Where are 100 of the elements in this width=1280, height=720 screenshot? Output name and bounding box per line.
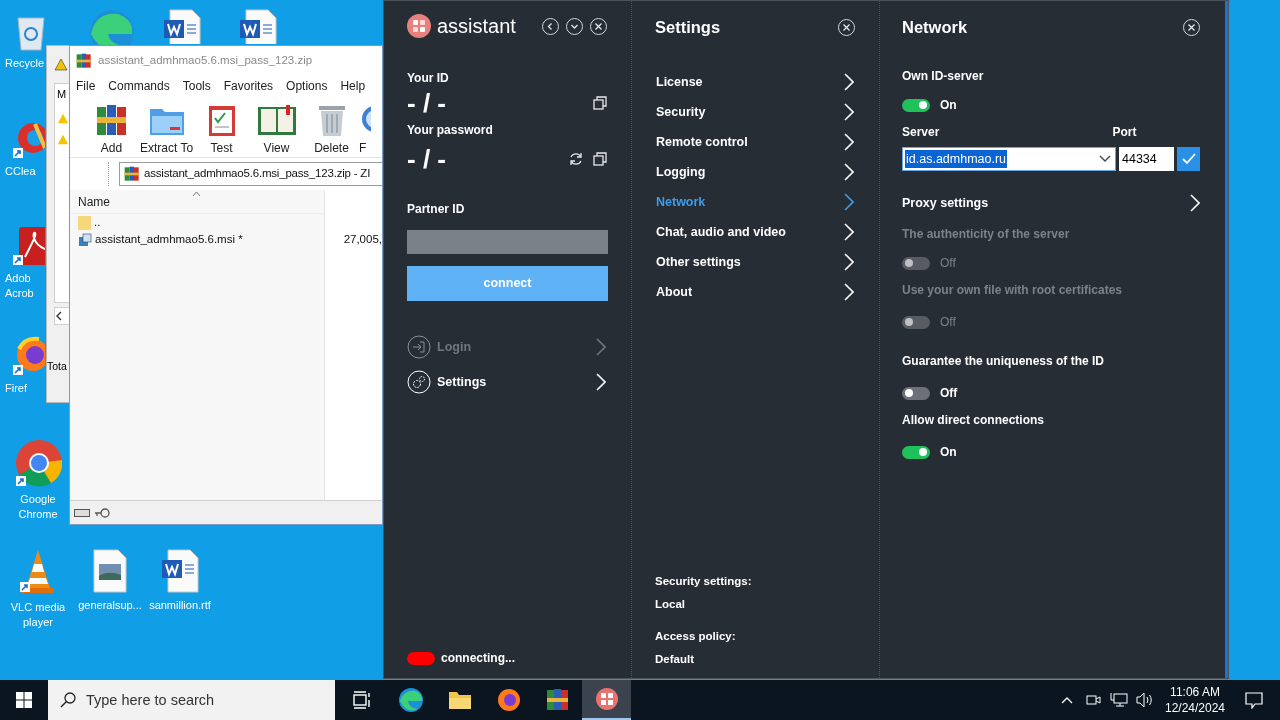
password-value: - / - [407, 142, 446, 176]
image-file-icon[interactable] [90, 548, 130, 594]
toggle-state: Off [940, 385, 958, 402]
proxy-settings-item[interactable]: Proxy settings [902, 193, 1200, 213]
refresh-icon[interactable] [569, 152, 583, 166]
toolbar-button[interactable]: Add [84, 103, 139, 153]
settings-menu-item[interactable]: Chat, audio and video [655, 217, 855, 247]
copy-icon[interactable] [593, 96, 607, 110]
toggle-state: Off [940, 314, 956, 331]
toggle-switch[interactable] [902, 98, 930, 112]
server-dropdown[interactable]: id.as.admhmao.ru [902, 147, 1116, 171]
network-icon[interactable] [1110, 692, 1128, 708]
nav-item[interactable]: Settings [437, 372, 487, 392]
menu-item[interactable]: Tools [182, 77, 211, 95]
scroll-left-icon[interactable] [55, 311, 63, 321]
info-value: Default [655, 651, 695, 667]
app-title: assistant [437, 14, 516, 39]
document-icon[interactable] [162, 8, 202, 44]
field-label: Port [1112, 124, 1137, 141]
document-icon[interactable] [238, 8, 278, 44]
task-view-icon [351, 690, 372, 710]
id-value: - / - [407, 86, 446, 120]
info-label: Access policy: [655, 628, 737, 644]
copy-icon[interactable] [593, 152, 607, 166]
file-row[interactable]: .. [70, 214, 324, 231]
panel-title: Settings [655, 16, 721, 38]
warning-icon [57, 112, 69, 124]
pdf-icon[interactable] [11, 225, 45, 267]
toggle-state: On [940, 97, 957, 114]
chevron-up-icon[interactable] [1061, 696, 1073, 704]
books-icon [76, 53, 92, 69]
search-icon [60, 692, 76, 708]
panel-title: Network [902, 16, 968, 38]
sort-caret-icon [192, 191, 201, 197]
document-icon[interactable] [160, 548, 200, 594]
chevron-right-icon [844, 253, 854, 271]
file-row[interactable]: assistant_admhmao5.6.msi * [70, 231, 324, 248]
taskbar-app[interactable] [582, 680, 631, 720]
port-field[interactable]: 44334 [1119, 147, 1174, 171]
menu-item[interactable]: Options [286, 77, 328, 95]
setting-label: Use your own file with root certificates [902, 282, 1124, 299]
field-label: Your ID [407, 70, 450, 87]
settings-menu-item[interactable]: License [655, 67, 855, 97]
menu-item[interactable]: File [76, 77, 96, 95]
apply-button[interactable] [1177, 147, 1200, 171]
books-icon [545, 688, 570, 712]
field-label: Partner ID [407, 201, 466, 218]
settings-menu-item[interactable]: Logging [655, 157, 855, 187]
menu-item[interactable]: Favorites [223, 77, 274, 95]
folder-icon [447, 689, 472, 711]
settings-menu-item[interactable]: Security [655, 97, 855, 127]
app-logo-icon [407, 14, 431, 38]
info-value: Local [655, 597, 687, 613]
key-icon [94, 507, 110, 518]
volume-icon[interactable] [1136, 692, 1154, 708]
installer-icon [78, 232, 92, 247]
setting-label: Own ID-server [902, 68, 985, 85]
window-title: assistant_admhmao5.6.msi_pass_123.zip [98, 53, 313, 69]
file-name: .. [94, 214, 101, 230]
toggle-switch[interactable] [902, 386, 930, 400]
toggle-state: Off [940, 255, 956, 272]
toolbar-button[interactable]: View [249, 103, 304, 153]
toolbar-button[interactable]: Delete [304, 103, 359, 153]
notifications-icon[interactable] [1245, 691, 1263, 709]
book-icon [255, 103, 298, 137]
search-field[interactable]: Type here to search [48, 680, 335, 720]
address-field[interactable]: assistant_admhmao5.6.msi_pass_123.zip - ZI [119, 162, 382, 186]
field-label: Server [902, 124, 940, 141]
chevron-right-icon [596, 373, 606, 391]
chevron-right-icon [844, 133, 854, 151]
settings-menu-item[interactable]: Network [655, 187, 855, 217]
menu-item[interactable]: Help [340, 77, 366, 95]
chevron-right-icon [844, 223, 854, 241]
column-header[interactable]: Name [78, 192, 110, 211]
chevron-right-icon [844, 73, 854, 91]
menu-item[interactable]: Commands [108, 77, 170, 95]
window-text: Tota [47, 359, 68, 374]
server-value: id.as.admhmao.ru [905, 149, 1008, 169]
chevron-right-icon [844, 163, 854, 181]
settings-menu-item[interactable]: About [655, 277, 855, 307]
chevron-right-icon [844, 283, 854, 301]
status-text: connecting... [441, 650, 515, 667]
toggle-switch[interactable] [902, 445, 930, 459]
camera-icon[interactable] [1085, 693, 1101, 707]
chevron-left-icon [546, 21, 555, 31]
settings-menu-item[interactable]: Other settings [655, 247, 855, 277]
toolbar-button[interactable]: Test [194, 103, 249, 153]
window-text: M [57, 87, 68, 102]
close-icon [842, 22, 851, 32]
toggle-state: On [940, 444, 957, 461]
browser-icon [397, 687, 424, 713]
settings-menu-item[interactable]: Remote control [655, 127, 855, 157]
browser-icon[interactable] [14, 440, 62, 488]
chevron-right-icon [596, 338, 606, 356]
partner-id-field[interactable] [407, 230, 608, 254]
setting-label: The authenticity of the server [902, 226, 1071, 243]
clock[interactable]: 11:06 AM 12/24/2024 [1162, 684, 1228, 716]
toolbar-button[interactable]: Extract To [139, 103, 194, 153]
chevron-right-icon [844, 193, 854, 211]
app-logo-icon [594, 687, 619, 711]
